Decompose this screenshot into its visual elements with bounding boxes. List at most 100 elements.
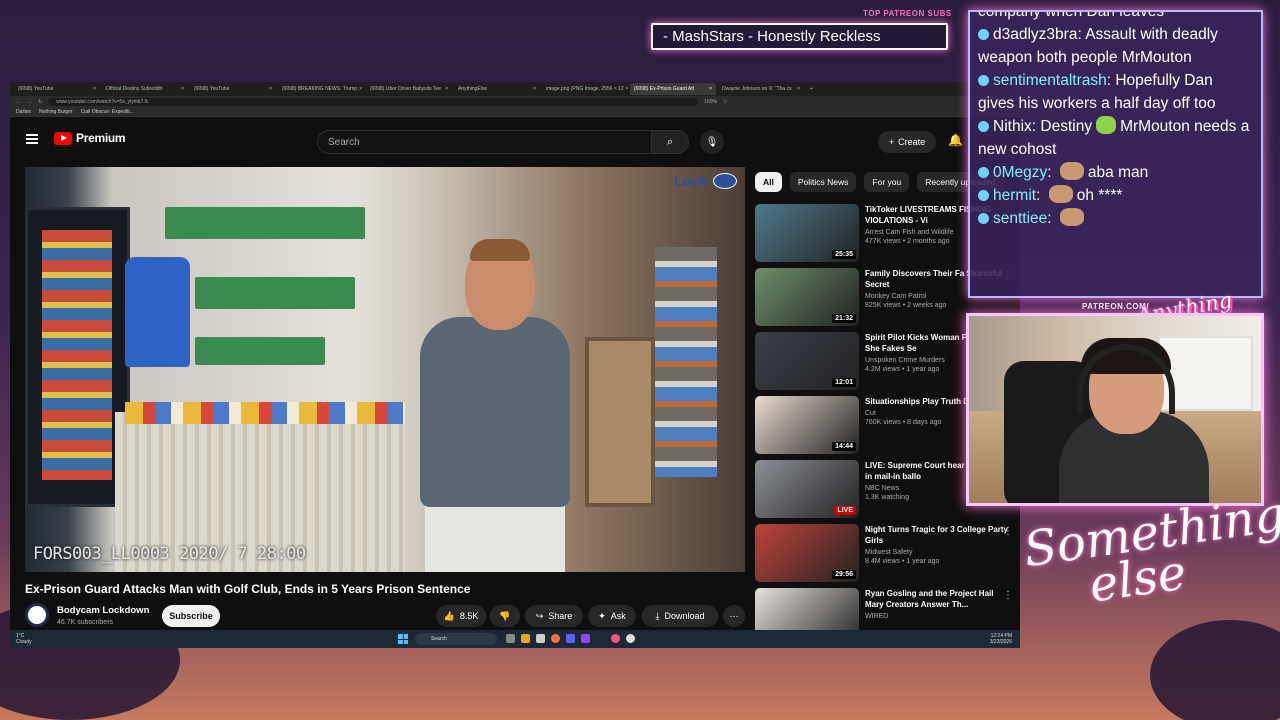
task-view-icon[interactable] [506,634,515,643]
back-icon[interactable]: ← [16,99,21,105]
like-button[interactable]: 👍 8.5K [436,605,486,627]
user-badge-icon [978,190,989,201]
browser-tab[interactable]: (6098) YouTube × [190,83,276,95]
close-icon[interactable]: × [179,86,184,92]
browser-tab[interactable]: image.png (PNG Image, 2556 × 12 × [542,83,628,95]
user-badge-icon [978,29,989,40]
chat-message: sentimentaltrash: Hopefully Dan gives hi… [978,69,1253,115]
voice-search-button[interactable]: 🎙 [700,130,724,154]
filter-chip[interactable]: For you [864,172,910,192]
close-icon[interactable]: × [707,86,712,92]
firefox-icon[interactable] [551,634,560,643]
app-icon[interactable] [581,634,590,643]
close-icon[interactable]: × [795,86,800,92]
video-frame-shelf [195,337,325,365]
bookmark-item[interactable]: Nothing Burger [39,109,73,115]
channel-avatar[interactable] [25,603,49,627]
chat-username[interactable]: hermit [993,187,1036,204]
video-thumbnail[interactable]: 14:44 [755,396,859,454]
chat-text: oh **** [1076,187,1123,204]
chat-text: company when Dan leaves [978,10,1165,20]
recommendation-channel[interactable]: WIRED [865,613,1013,620]
close-icon[interactable]: × [267,86,272,92]
video-thumbnail[interactable]: LIVE [755,460,859,518]
recommendation-info: Night Turns Tragic for 3 College Party G… [865,524,1013,588]
ask-button[interactable]: ✦ Ask [588,605,636,627]
filter-chip[interactable]: All [755,172,782,192]
chrome-icon[interactable] [626,634,635,643]
browser-tab[interactable]: (6098) Ex-Prison Guard Att × [630,83,716,95]
browser-tab[interactable]: AnythingElse × [454,83,540,95]
browser-tab[interactable]: Dwayne Johnson on X: "Tha cs × [718,83,804,95]
chat-username[interactable]: senttiee [993,210,1047,227]
video-thumbnail[interactable]: 25:35 [755,204,859,262]
zoom-level[interactable]: 160% [704,99,717,105]
obs-icon[interactable] [611,634,620,643]
share-button[interactable]: ↪ Share [525,605,583,627]
recommendation-title[interactable]: Night Turns Tragic for 3 College Party G… [865,524,1013,546]
more-icon[interactable]: ⋮ [1003,526,1013,537]
streamer-webcam [966,313,1264,506]
chat-colon: : [1036,187,1045,204]
bookmark-item[interactable]: Ciali Obscue: Expediti... [81,109,134,115]
discord-icon[interactable] [566,634,575,643]
clock-date: 3/23/2026 [989,639,1012,645]
notifications-bell-icon[interactable]: 🔔 [948,133,963,147]
video-thumbnail[interactable]: 12:01 [755,332,859,390]
close-icon[interactable]: × [443,86,448,92]
more-icon: ⋯ [729,610,739,621]
new-tab-icon[interactable]: + [806,83,820,95]
system-tray[interactable]: 12:24 PM 3/23/2026 [990,633,1012,645]
steam-icon[interactable] [596,634,605,643]
browser-tab[interactable]: (6098) YouTube × [14,83,100,95]
chat-username[interactable]: 0Megzy [993,164,1047,181]
channel-name[interactable]: Bodycam Lockdown [57,605,149,616]
close-icon[interactable]: × [357,86,362,92]
windows-start-icon[interactable] [398,634,408,644]
search-input[interactable]: Search [317,130,651,154]
recommendation-item[interactable]: 29:56 Night Turns Tragic for 3 College Pa… [755,524,1015,588]
app-icon[interactable] [536,634,545,643]
forward-icon[interactable]: → [27,99,32,105]
watermark-text: Lock [674,173,707,189]
search-button[interactable]: ⌕ [651,130,689,154]
bookmark-item[interactable]: Dailies [16,109,31,115]
tab-label: AnythingElse [458,86,488,92]
weather-desc: Cloudy [16,639,32,645]
reload-icon[interactable]: ↻ [38,99,42,105]
chat-username[interactable]: sentimentaltrash [993,72,1107,89]
url-field[interactable]: www.youtube.com/watch?v=5e_ylymk7Jc [48,97,699,106]
like-count: 8.5K [459,611,479,621]
browser-tab[interactable]: (6098) BREAKING NEWS: Trump × [278,83,364,95]
youtube-logo[interactable]: Premium [54,131,126,145]
dislike-button[interactable]: 👎 [490,605,520,627]
close-icon[interactable]: × [531,86,536,92]
video-player[interactable]: Lock FORS003_LL0003 2020/ 7 28:00 [25,167,745,572]
close-icon[interactable]: × [624,86,628,92]
close-icon[interactable]: × [91,86,96,92]
star-icon[interactable]: ☆ [723,99,727,105]
video-frame-snack-rack [655,247,717,477]
create-button[interactable]: + Create [878,131,936,153]
recommendation-channel[interactable]: Midwest Safety [865,549,1013,556]
filter-chip[interactable]: Politics News [789,172,857,192]
chat-username[interactable]: Nithix [993,118,1032,135]
chat-text: Destiny [1040,118,1093,135]
subscribe-button[interactable]: Subscribe [162,605,220,627]
more-icon[interactable]: ⋮ [1003,590,1013,601]
tab-label: (6098) Uber Driver Babysits Tee [370,86,442,92]
bookmarks-bar: Dailies Nothing Burger Ciali Obscue: Exped… [10,107,1020,117]
video-thumbnail[interactable]: 29:56 [755,524,859,582]
menu-icon[interactable] [26,134,38,144]
weather-widget[interactable]: 1°C Cloudy [16,633,32,645]
ask-label: Ask [610,611,626,621]
chat-username[interactable]: d3adlyz3bra [993,26,1077,43]
video-thumbnail[interactable]: 21:32 [755,268,859,326]
browser-tab[interactable]: Official Destiny Subreddit × [102,83,188,95]
recommendation-title[interactable]: Ryan Gosling and the Project Hail Mary C… [865,588,1013,610]
more-actions-button[interactable]: ⋯ [723,605,745,627]
browser-tab[interactable]: (6098) Uber Driver Babysits Tee × [366,83,452,95]
download-button[interactable]: ⤓ Download [642,605,718,627]
file-explorer-icon[interactable] [521,634,530,643]
taskbar-search[interactable]: Search [415,633,497,645]
